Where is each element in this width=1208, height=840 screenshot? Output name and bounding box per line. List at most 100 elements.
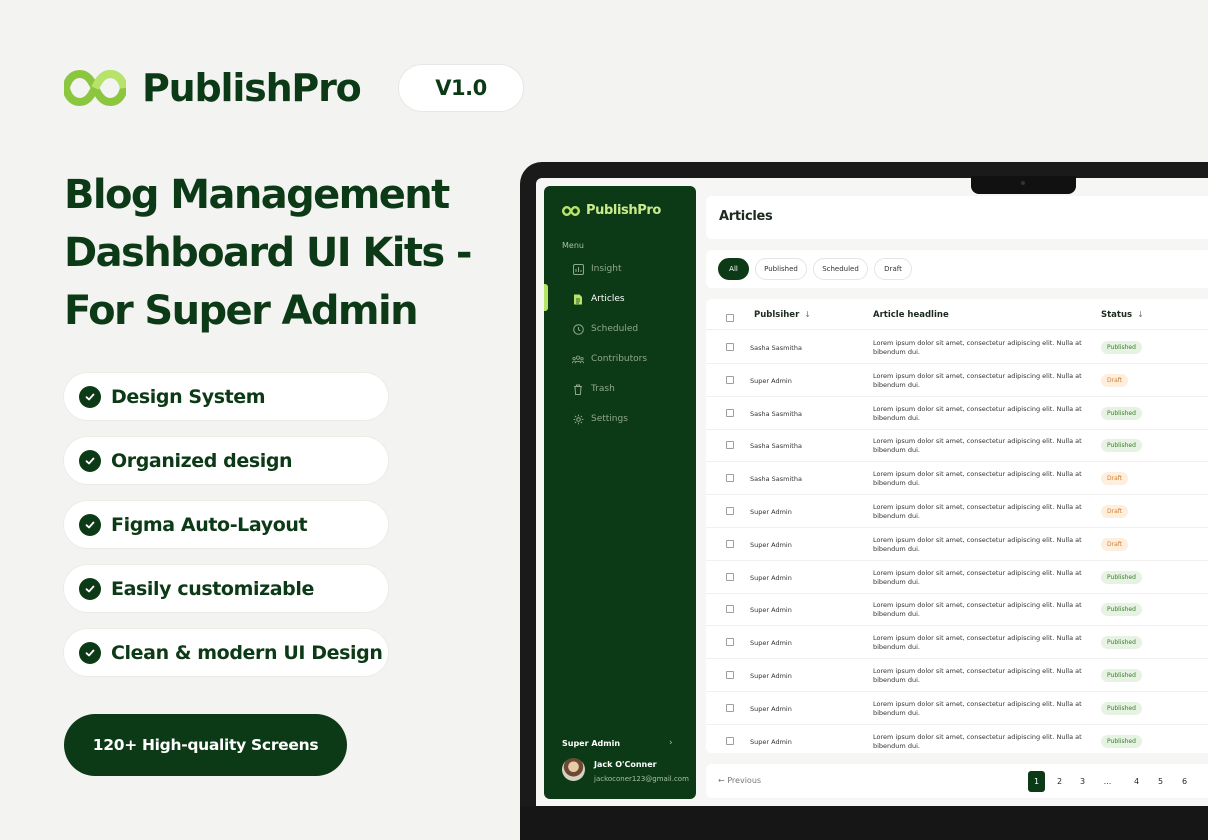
headline-cell: Lorem ipsum dolor sit amet, consectetur … (873, 503, 1082, 520)
feature-item: Organized design (63, 436, 389, 485)
status-badge: Draft (1101, 472, 1129, 486)
table-row[interactable]: Sasha Sasmitha Lorem ipsum dolor sit amet… (706, 462, 1208, 496)
sort-down-icon[interactable]: ↓ (1137, 310, 1144, 319)
sidebar-item-trash[interactable]: Trash (572, 382, 615, 396)
version-badge: V1.0 (398, 64, 524, 112)
status-badge: Published (1101, 636, 1142, 650)
publisher-cell: Sasha Sasmitha (750, 344, 802, 352)
filter-chip-scheduled[interactable]: Scheduled (813, 258, 868, 280)
articles-table: Publsiher ↓ Article headline Status ↓ Sash… (706, 299, 1208, 753)
sidebar-item-settings[interactable]: Settings (572, 412, 628, 426)
table-row[interactable]: Super Admin Lorem ipsum dolor sit amet, c… (706, 364, 1208, 397)
publisher-cell: Super Admin (750, 606, 792, 615)
row-checkbox[interactable] (726, 375, 734, 384)
status-badge: Published (1101, 669, 1142, 682)
table-row[interactable]: Super Admin Lorem ipsum dolor sit amet, c… (706, 528, 1208, 561)
page-title: Articles (719, 209, 773, 224)
table-row[interactable]: Super Admin Lorem ipsum dolor sit amet, c… (706, 692, 1208, 725)
sidebar-item-label: Settings (591, 414, 628, 424)
publisher-cell: Super Admin (750, 672, 792, 680)
feature-item: Design System (63, 372, 389, 421)
select-all-checkbox[interactable] (726, 314, 734, 322)
filter-chip-draft[interactable]: Draft (874, 258, 912, 280)
feature-label: Figma Auto-Layout (111, 513, 308, 536)
page-number[interactable]: 2 (1051, 771, 1068, 792)
document-icon (572, 293, 584, 305)
filter-chip-all[interactable]: All (718, 258, 749, 280)
status-badge: Published (1101, 734, 1142, 748)
page-number[interactable]: 6 (1176, 771, 1193, 792)
page-headline: Blog Management Dashboard UI Kits - For … (64, 172, 473, 334)
feature-label: Design System (111, 385, 266, 408)
headline-cell: Lorem ipsum dolor sit amet, consectetur … (873, 699, 1082, 717)
row-checkbox[interactable] (726, 703, 734, 712)
previous-button[interactable]: ← Previous (718, 776, 761, 785)
status-badge: Draft (1101, 505, 1129, 518)
sidebar-item-scheduled[interactable]: Scheduled (572, 322, 638, 336)
table-row[interactable]: Sasha Sasmitha Lorem ipsum dolor sit amet… (706, 429, 1208, 463)
feature-item: Figma Auto-Layout (63, 500, 389, 549)
headline-cell: Lorem ipsum dolor sit amet, consectetur … (873, 371, 1082, 389)
row-checkbox[interactable] (726, 507, 734, 515)
user-name: Jack O'Conner (594, 760, 657, 769)
column-header-status[interactable]: Status ↓ (1101, 310, 1144, 320)
table-row[interactable]: Sasha Sasmitha Lorem ipsum dolor sit amet… (706, 397, 1208, 430)
page-number[interactable]: 1 (1028, 771, 1045, 792)
row-checkbox[interactable] (726, 572, 734, 581)
sidebar-item-articles[interactable]: Articles (572, 292, 625, 306)
status-badge: Published (1101, 603, 1142, 617)
row-checkbox[interactable] (726, 343, 734, 351)
row-checkbox[interactable] (726, 441, 734, 450)
page-number[interactable]: 5 (1152, 771, 1169, 792)
sidebar-item-insight[interactable]: Insight (572, 262, 622, 276)
table-row[interactable]: Super Admin Lorem ipsum dolor sit amet, c… (706, 626, 1208, 660)
status-badge: Published (1101, 701, 1142, 715)
row-checkbox[interactable] (726, 736, 734, 745)
headline-cell: Lorem ipsum dolor sit amet, consectetur … (873, 568, 1082, 586)
filter-bar: All Published Scheduled Draft (706, 250, 1208, 288)
sidebar-item-label: Contributors (591, 354, 648, 364)
row-checkbox[interactable] (726, 474, 734, 483)
headline-cell: Lorem ipsum dolor sit amet, consectetur … (873, 601, 1082, 619)
avatar[interactable] (562, 758, 585, 781)
chevron-right-icon[interactable]: › (669, 738, 673, 748)
column-header-publisher[interactable]: Publsiher ↓ (754, 310, 811, 320)
row-checkbox[interactable] (726, 671, 734, 679)
table-row[interactable]: Super Admin Lorem ipsum dolor sit amet, c… (706, 659, 1208, 692)
table-row[interactable]: Super Admin Lorem ipsum dolor sit amet, c… (706, 561, 1208, 594)
feature-label: Organized design (111, 449, 293, 472)
sidebar-brand-name: PublishPro (586, 203, 661, 218)
arrow-left-icon: ← (718, 776, 725, 785)
row-checkbox[interactable] (726, 605, 734, 614)
feature-item: Clean & modern UI Design (63, 628, 389, 677)
page-number[interactable]: 3 (1074, 771, 1091, 792)
table-row[interactable]: Super Admin Lorem ipsum dolor sit amet, c… (706, 593, 1208, 627)
table-row[interactable]: Super Admin Lorem ipsum dolor sit amet, c… (706, 725, 1208, 753)
laptop-bezel (520, 806, 1208, 840)
screens-cta-button[interactable]: 120+ High-quality Screens (64, 714, 347, 776)
table-row[interactable]: Super Admin Lorem ipsum dolor sit amet, c… (706, 495, 1208, 528)
sidebar-item-contributors[interactable]: Contributors (572, 352, 647, 366)
camera-notch (971, 176, 1076, 194)
check-circle-icon (79, 641, 101, 664)
publisher-cell: Super Admin (750, 573, 792, 582)
publisher-cell: Sasha Sasmitha (750, 409, 802, 418)
feature-label: Clean & modern UI Design (111, 641, 383, 664)
publisher-cell: Super Admin (750, 508, 792, 516)
sidebar-brand[interactable]: PublishPro (561, 203, 661, 218)
column-header-headline: Article headline (873, 310, 949, 320)
headline-cell: Lorem ipsum dolor sit amet, consectetur … (873, 437, 1082, 455)
sort-down-icon[interactable]: ↓ (804, 310, 811, 319)
camera-icon (1021, 181, 1025, 185)
page-number[interactable]: 4 (1128, 771, 1145, 792)
headline-cell: Lorem ipsum dolor sit amet, consectetur … (873, 339, 1082, 356)
row-checkbox[interactable] (726, 638, 734, 647)
publisher-cell: Sasha Sasmitha (750, 442, 802, 451)
sidebar-item-label: Insight (591, 264, 622, 274)
table-row[interactable]: Sasha Sasmitha Lorem ipsum dolor sit amet… (706, 331, 1208, 364)
status-badge: Published (1101, 341, 1142, 354)
row-checkbox[interactable] (726, 539, 734, 548)
user-email: jackoconer123@gmail.com (594, 775, 689, 783)
filter-chip-published[interactable]: Published (755, 258, 807, 280)
row-checkbox[interactable] (726, 408, 734, 417)
